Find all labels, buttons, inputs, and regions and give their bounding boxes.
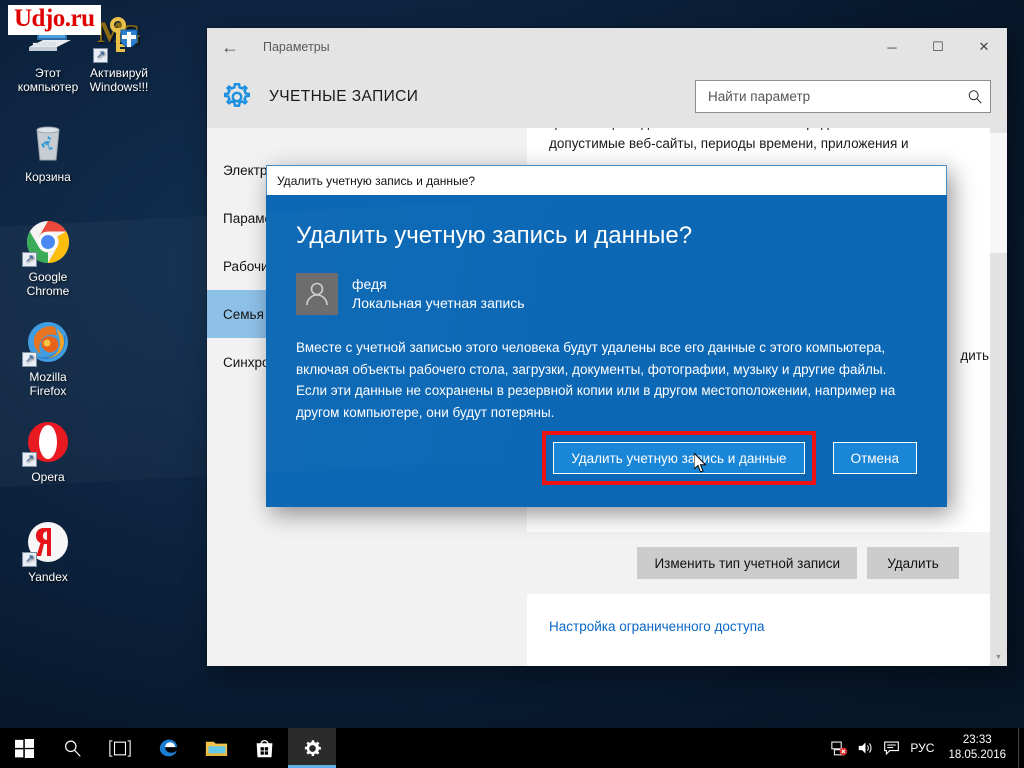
cancel-button[interactable]: Отмена (832, 442, 917, 474)
shortcut-arrow-icon: ↗ (22, 352, 37, 367)
search-icon (960, 89, 990, 105)
desktop-icon-label: Opera (31, 470, 65, 484)
desktop-icon-recycle-bin[interactable]: Корзина (2, 118, 94, 184)
setup-restricted-access-link[interactable]: Настройка ограниченного доступа (549, 619, 765, 634)
shortcut-arrow-icon: ↗ (22, 252, 37, 267)
key-shield-icon: M G ↗ (93, 14, 143, 63)
gear-icon[interactable] (221, 81, 253, 113)
start-button[interactable] (0, 728, 48, 768)
store-button[interactable] (240, 728, 288, 768)
confirm-delete-button[interactable]: Удалить учетную запись и данные (553, 442, 805, 474)
maximize-button[interactable]: ☐ (915, 28, 961, 66)
search-box[interactable] (695, 80, 991, 113)
confirm-button-highlight: Удалить учетную запись и данные (542, 431, 816, 485)
back-button[interactable]: ← (207, 28, 253, 66)
desktop-icon-google-chrome[interactable]: ↗ Google Chrome (2, 218, 94, 298)
settings-header: УЧЕТНЫЕ ЗАПИСИ (207, 66, 1007, 128)
dialog-heading: Удалить учетную запись и данные? (296, 222, 693, 249)
desktop-icon-opera[interactable]: ↗ Opera (2, 418, 94, 484)
dialog-user-text: федя Локальная учетная запись (352, 275, 525, 313)
minimize-button[interactable]: ─ (869, 28, 915, 66)
chrome-icon: ↗ (22, 218, 72, 267)
site-watermark: Udjo.ru (8, 5, 101, 35)
firefox-icon: ↗ (22, 318, 72, 367)
window-controls: ─ ☐ ✕ (869, 28, 1007, 66)
delete-account-dialog: Удалить учетную запись и данные? Удалить… (266, 165, 947, 507)
system-tray: РУС 23:33 18.05.2016 (826, 728, 1024, 768)
file-explorer-button[interactable] (192, 728, 240, 768)
task-view-button[interactable] (96, 728, 144, 768)
dialog-button-row: Удалить учетную запись и данные Отмена (296, 431, 917, 485)
desktop-icon-label: Корзина (25, 170, 71, 184)
restricted-access-row: Настройка ограниченного доступа (549, 618, 765, 636)
shortcut-arrow-icon: ↗ (22, 552, 37, 567)
clock-time: 23:33 (962, 734, 992, 746)
desktop-icon-label: Google Chrome (26, 270, 70, 298)
dialog-body-text: Вместе с учетной записью этого человека … (296, 340, 896, 420)
delete-account-button[interactable]: Удалить (867, 547, 959, 579)
network-error-icon[interactable] (826, 728, 852, 768)
account-actions-row: Изменить тип учетной записи Удалить (527, 532, 1007, 594)
volume-icon[interactable] (852, 728, 878, 768)
search-button[interactable] (48, 728, 96, 768)
desktop-icon-label: Mozilla Firefox (29, 370, 67, 398)
scroll-down-arrow[interactable]: ▼ (990, 649, 1007, 666)
content-scrollbar[interactable]: ▲ ▼ (990, 128, 1007, 666)
window-titlebar: ← Параметры ─ ☐ ✕ (207, 28, 1007, 66)
shortcut-arrow-icon: ↗ (22, 452, 37, 467)
dialog-user-row: федя Локальная учетная запись (296, 273, 917, 315)
content-clipped-word: дить (960, 348, 989, 363)
clock[interactable]: 23:33 18.05.2016 (944, 733, 1018, 763)
content-intro-line-2: допустимые веб-сайты, периоды времени, п… (549, 136, 909, 151)
desktop-icon-mozilla-firefox[interactable]: ↗ Mozilla Firefox (2, 318, 94, 398)
settings-taskbar-button[interactable] (288, 728, 336, 768)
desktop-icon-label: Yandex (28, 570, 68, 584)
dialog-titlebar: Удалить учетную запись и данные? (266, 165, 947, 195)
language-indicator[interactable]: РУС (904, 741, 944, 755)
desktop-background[interactable]: Udjo.ru Этоткомпьютер M G (0, 0, 1024, 768)
avatar (296, 273, 338, 315)
dialog-user-name: федя (352, 276, 387, 292)
recycle-bin-icon (24, 118, 72, 166)
desktop-icon-yandex[interactable]: ↗ Yandex (2, 518, 94, 584)
dialog-user-type: Локальная учетная запись (352, 295, 525, 311)
window-title: Параметры (263, 40, 330, 54)
page-title: УЧЕТНЫЕ ЗАПИСИ (269, 88, 419, 105)
yandex-icon: ↗ (22, 518, 72, 567)
content-intro-paragraph: целях защиты детей вы также можете опред… (549, 128, 959, 154)
change-account-type-button[interactable]: Изменить тип учетной записи (637, 547, 857, 579)
dialog-body: Удалить учетную запись и данные? федя Ло… (266, 195, 947, 507)
show-desktop-button[interactable] (1018, 728, 1024, 768)
scrollbar-thumb[interactable] (990, 133, 1007, 253)
taskbar: РУС 23:33 18.05.2016 (0, 728, 1024, 768)
shortcut-arrow-icon: ↗ (93, 48, 108, 63)
close-button[interactable]: ✕ (961, 28, 1007, 66)
opera-icon: ↗ (22, 418, 72, 467)
edge-button[interactable] (144, 728, 192, 768)
search-input[interactable] (696, 89, 960, 104)
action-center-icon[interactable] (878, 728, 904, 768)
desktop-icon-label: Активируй Windows!!! (89, 66, 149, 94)
clock-date: 18.05.2016 (948, 749, 1006, 761)
